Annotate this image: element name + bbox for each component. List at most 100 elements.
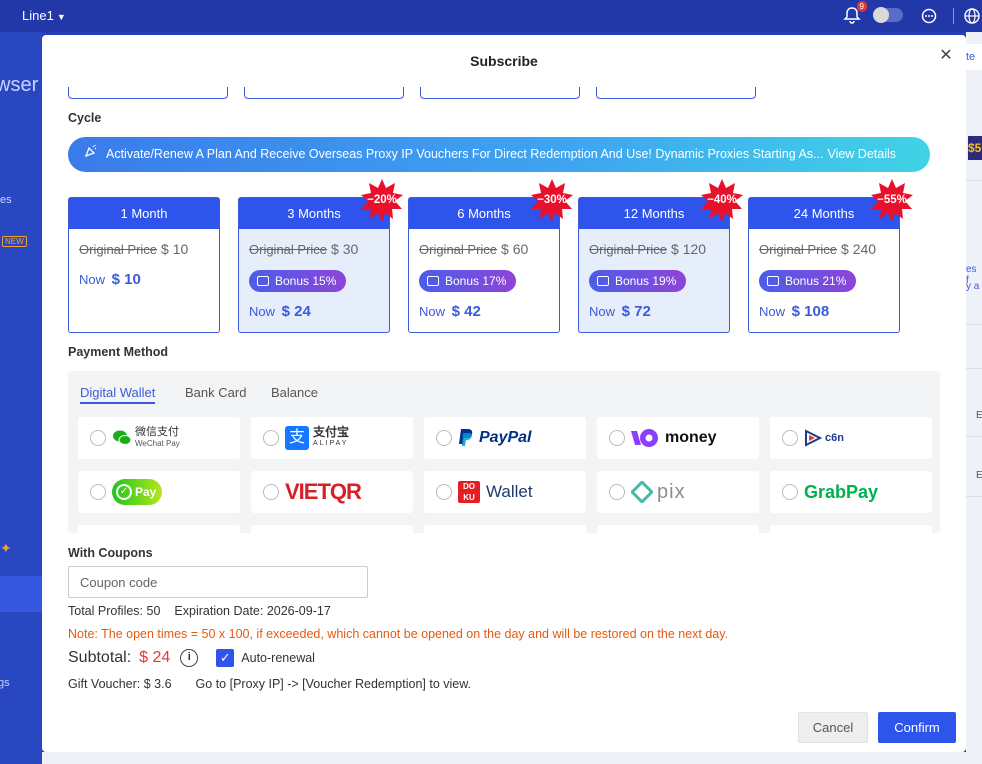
usage-note: Note: The open times = 50 x 100, if exce… bbox=[68, 627, 729, 641]
radio-button[interactable] bbox=[263, 484, 279, 500]
toggle-knob bbox=[873, 7, 889, 23]
now-label: Now bbox=[589, 304, 616, 319]
package-card[interactable] bbox=[244, 87, 404, 99]
pix-logo: pix bbox=[631, 477, 686, 507]
payment-vietqr[interactable]: VIETQR bbox=[251, 471, 413, 513]
radio-button[interactable] bbox=[436, 484, 452, 500]
total-profiles: Total Profiles: 50 bbox=[68, 604, 161, 618]
plan-card-1-month[interactable]: 1 Month Original Price $ 10 Now $ 10 bbox=[68, 197, 220, 333]
theme-toggle[interactable] bbox=[873, 7, 903, 23]
content-background bbox=[42, 752, 966, 764]
pay-logo: ✓ Pay bbox=[112, 477, 162, 507]
package-card[interactable] bbox=[420, 87, 580, 99]
now-label: Now bbox=[759, 304, 786, 319]
payment-method-card[interactable] bbox=[78, 525, 240, 533]
app-topbar: Line1 ▼ 9 bbox=[0, 0, 982, 32]
package-card[interactable] bbox=[68, 87, 228, 99]
voucher-redemption-hint: Go to [Proxy IP] -> [Voucher Redemption]… bbox=[195, 677, 472, 691]
view-details-link[interactable]: View Details bbox=[827, 147, 896, 161]
promo-banner[interactable]: Activate/Renew A Plan And Receive Overse… bbox=[68, 137, 930, 172]
payment-method-card[interactable] bbox=[251, 525, 413, 533]
original-price-value: $ 30 bbox=[331, 241, 359, 257]
bonus-badge: Bonus 21% bbox=[759, 270, 857, 292]
gift-voucher: Gift Voucher: $ 3.6 bbox=[68, 677, 172, 691]
bonus-badge: Bonus 19% bbox=[589, 270, 687, 292]
now-price: Now $ 24 bbox=[249, 303, 311, 320]
bell-icon[interactable]: 9 bbox=[843, 1, 867, 24]
payment-doku-wallet[interactable]: DO KU Wallet bbox=[424, 471, 586, 513]
radio-button[interactable] bbox=[609, 430, 625, 446]
background-text: y a bbox=[966, 281, 980, 292]
original-price-value: $ 240 bbox=[841, 241, 877, 257]
original-price: Original Price $ 30 bbox=[249, 241, 358, 257]
background-price-badge: $5 bbox=[968, 136, 982, 160]
paypal-logo: PayPal bbox=[458, 423, 531, 453]
voucher-icon bbox=[427, 276, 439, 286]
close-icon[interactable]: ✕ bbox=[936, 46, 956, 66]
payment-pay[interactable]: ✓ Pay bbox=[78, 471, 240, 513]
sidebar-item-text: gs bbox=[0, 677, 10, 689]
background-tab: te bbox=[966, 44, 982, 70]
cancel-button[interactable]: Cancel bbox=[798, 712, 868, 743]
banner-text: Activate/Renew A Plan And Receive Overse… bbox=[106, 147, 824, 161]
now-price: Now $ 10 bbox=[79, 271, 141, 288]
coupons-label: With Coupons bbox=[68, 546, 153, 560]
original-price-value: $ 10 bbox=[161, 241, 189, 257]
support-icon[interactable] bbox=[920, 7, 938, 25]
radio-button[interactable] bbox=[90, 484, 106, 500]
row-divider bbox=[966, 324, 982, 325]
payment-alipay[interactable]: 支 支付宝 ALIPAY bbox=[251, 417, 413, 459]
globe-icon[interactable] bbox=[963, 7, 981, 25]
line-selector[interactable]: Line1 ▼ bbox=[22, 8, 66, 23]
now-label: Now bbox=[249, 304, 276, 319]
radio-button[interactable] bbox=[782, 430, 798, 446]
radio-button[interactable] bbox=[90, 430, 106, 446]
party-popper-icon bbox=[84, 137, 98, 172]
coupon-code-input[interactable] bbox=[68, 566, 368, 598]
payment-wechat-pay[interactable]: 微信支付 WeChat Pay bbox=[78, 417, 240, 459]
now-price: Now $ 108 bbox=[759, 303, 829, 320]
tab-digital-wallet[interactable]: Digital Wallet bbox=[80, 385, 156, 404]
pix-icon bbox=[631, 481, 653, 503]
original-price: Original Price $ 120 bbox=[589, 241, 706, 257]
doku-wallet-logo: DO KU Wallet bbox=[458, 477, 533, 507]
payment-pix[interactable]: pix bbox=[597, 471, 759, 513]
payment-c6n[interactable]: c6n bbox=[770, 417, 932, 459]
now-price-value: $ 108 bbox=[791, 303, 830, 320]
info-icon[interactable]: i bbox=[180, 649, 199, 667]
paypal-icon bbox=[459, 429, 473, 446]
payment-panel: Digital Wallet Bank Card Balance 微信支付 We… bbox=[68, 371, 940, 533]
package-card[interactable] bbox=[596, 87, 756, 99]
auto-renewal-checkbox[interactable]: ✓ bbox=[216, 649, 235, 667]
payment-method-card[interactable] bbox=[597, 525, 759, 533]
subtotal-label: Subtotal: bbox=[68, 649, 132, 666]
payment-paypal[interactable]: PayPal bbox=[424, 417, 586, 459]
payment-yoomoney[interactable]: money bbox=[597, 417, 759, 459]
wechat-icon bbox=[113, 430, 132, 445]
radio-button[interactable] bbox=[609, 484, 625, 500]
row-divider bbox=[966, 180, 982, 181]
tab-bank-card[interactable]: Bank Card bbox=[185, 385, 246, 400]
now-label: Now bbox=[419, 304, 446, 319]
c6n-logo: c6n bbox=[804, 423, 844, 453]
original-price: Original Price $ 240 bbox=[759, 241, 876, 257]
payment-method-card[interactable] bbox=[770, 525, 932, 533]
auto-renewal-label[interactable]: Auto-renewal bbox=[241, 651, 315, 665]
row-divider bbox=[966, 368, 982, 369]
voucher-icon bbox=[597, 276, 609, 286]
radio-button[interactable] bbox=[782, 484, 798, 500]
radio-button[interactable] bbox=[263, 430, 279, 446]
new-badge: NEW bbox=[2, 236, 27, 247]
payment-grabpay[interactable]: GrabPay bbox=[770, 471, 932, 513]
doku-icon: DO KU bbox=[458, 481, 480, 503]
yoomoney-logo: money bbox=[631, 423, 717, 453]
payment-method-card[interactable] bbox=[424, 525, 586, 533]
now-price-value: $ 42 bbox=[451, 303, 481, 320]
radio-button[interactable] bbox=[436, 430, 452, 446]
subscribe-modal: Subscribe ✕ Cycle Activate/Renew A Plan … bbox=[42, 35, 966, 752]
confirm-button[interactable]: Confirm bbox=[878, 712, 956, 743]
subtotal-row: Subtotal: $ 24 i ✓ Auto-renewal bbox=[68, 649, 315, 667]
cycle-label: Cycle bbox=[68, 111, 102, 125]
original-price-label: Original Price bbox=[249, 242, 328, 257]
tab-balance[interactable]: Balance bbox=[271, 385, 318, 400]
